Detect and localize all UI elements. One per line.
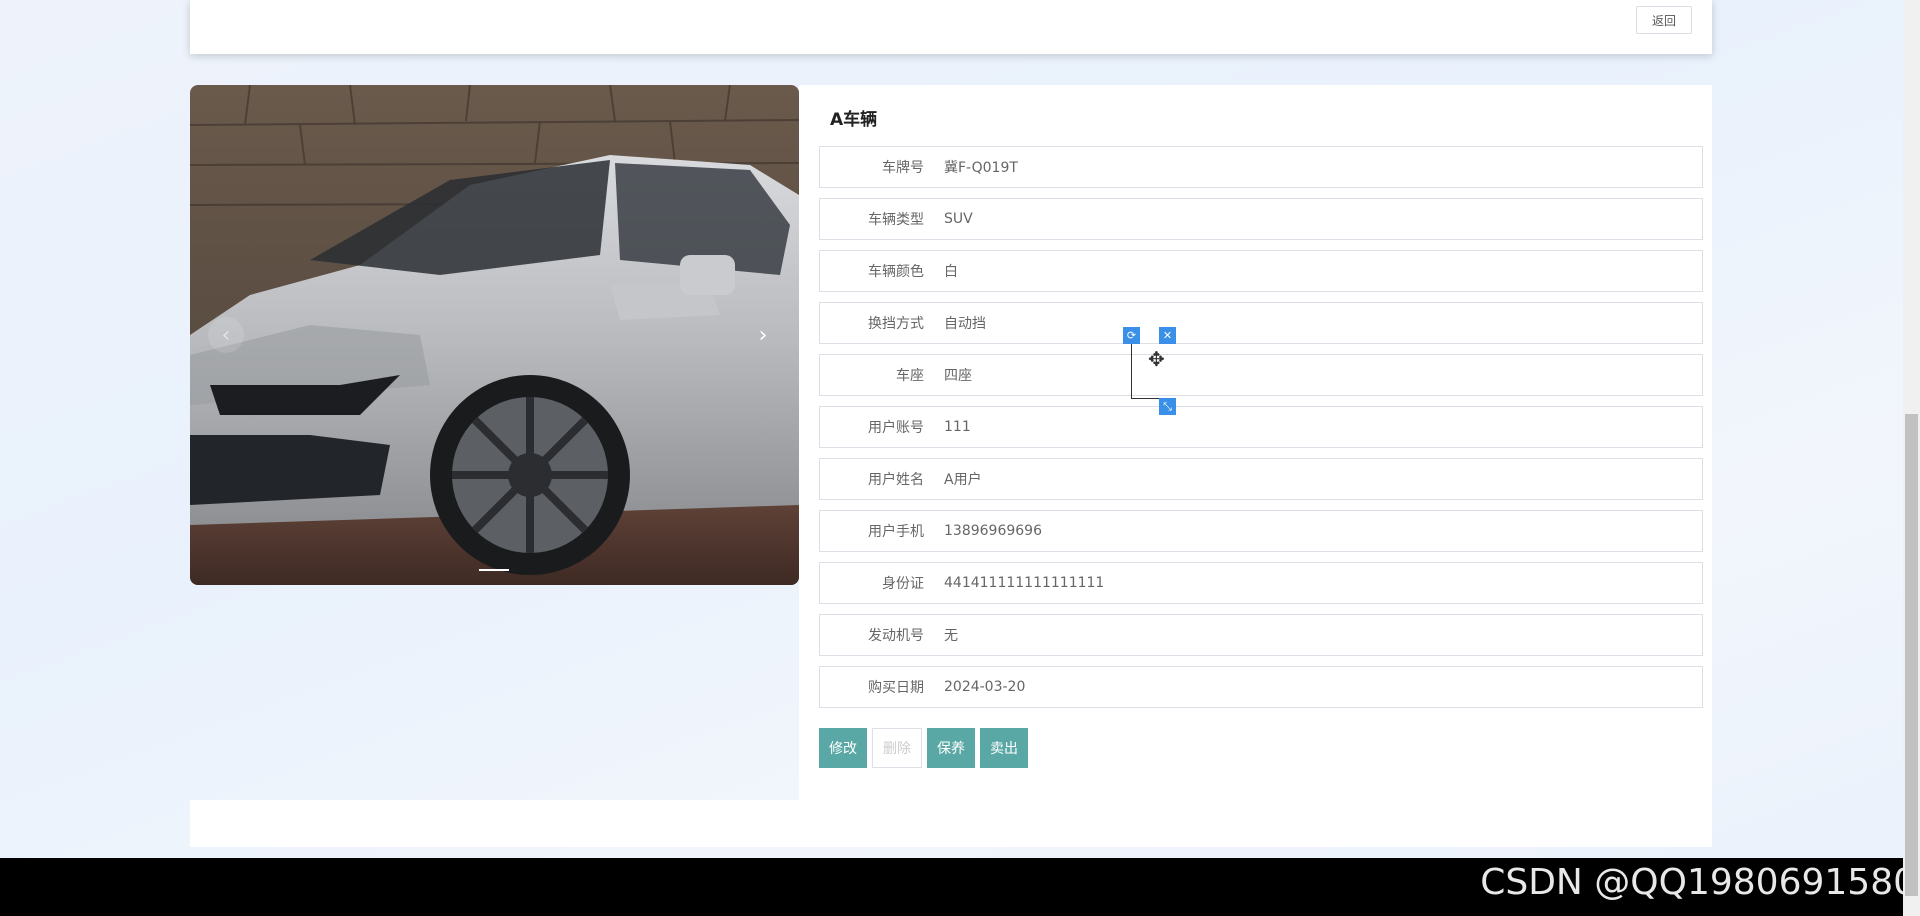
field-row-color: 车辆颜色 白 [819, 250, 1703, 292]
field-row-username: 用户姓名 A用户 [819, 458, 1703, 500]
vehicle-title: A车辆 [830, 110, 878, 130]
resize-icon[interactable]: ⤡ [1159, 398, 1176, 415]
field-label: 发动机号 [868, 628, 924, 644]
carousel-indicator[interactable] [479, 569, 509, 571]
field-label: 车辆类型 [868, 212, 924, 228]
field-row-plate: 车牌号 冀F-Q019T [819, 146, 1703, 188]
field-label: 车座 [896, 368, 924, 384]
scrollbar[interactable] [1903, 0, 1920, 916]
field-value: 111 [944, 419, 971, 435]
back-button[interactable]: 返回 [1636, 6, 1692, 34]
field-value: 13896969696 [944, 523, 1042, 539]
floating-edit-widget[interactable]: ⟳ ✕ ⤡ ✥ [1123, 327, 1176, 415]
field-value: SUV [944, 211, 973, 227]
watermark: CSDN @QQ1980691580 [1480, 862, 1916, 903]
edit-button[interactable]: 修改 [819, 728, 867, 768]
field-label: 车牌号 [882, 160, 924, 176]
refresh-icon[interactable]: ⟳ [1123, 327, 1140, 344]
close-icon[interactable]: ✕ [1159, 327, 1176, 344]
field-value: 无 [944, 628, 958, 644]
move-icon[interactable]: ✥ [1148, 347, 1165, 371]
detail-panel: ‹ › A车辆 车牌号 冀F-Q019T 车辆类型 SUV 车辆颜色 白 换挡方… [190, 85, 1712, 847]
field-label: 购买日期 [868, 680, 924, 696]
field-row-transmission: 换挡方式 自动挡 [819, 302, 1703, 344]
field-value: 441411111111111111 [944, 575, 1105, 591]
field-value: 白 [944, 264, 958, 280]
field-value: 四座 [944, 368, 972, 384]
field-row-account: 用户账号 111 [819, 406, 1703, 448]
carousel-prev-button[interactable]: ‹ [208, 317, 244, 353]
field-label: 用户姓名 [868, 472, 924, 488]
car-photo [190, 85, 799, 585]
field-row-type: 车辆类型 SUV [819, 198, 1703, 240]
car-image-carousel[interactable]: ‹ › [190, 85, 799, 585]
scrollbar-thumb[interactable] [1905, 414, 1918, 896]
maintain-button[interactable]: 保养 [927, 728, 975, 768]
field-row-purchase-date: 购买日期 2024-03-20 [819, 666, 1703, 708]
field-label: 用户手机 [868, 524, 924, 540]
field-value: 2024-03-20 [944, 679, 1026, 695]
field-label: 用户账号 [868, 420, 924, 436]
top-toolbar: 返回 [190, 0, 1712, 54]
field-label: 身份证 [882, 576, 924, 592]
field-row-seats: 车座 四座 [819, 354, 1703, 396]
carousel-next-button[interactable]: › [745, 317, 781, 353]
field-value: A用户 [944, 472, 982, 488]
field-row-phone: 用户手机 13896969696 [819, 510, 1703, 552]
chevron-left-icon: ‹ [221, 322, 231, 348]
delete-button[interactable]: 删除 [872, 728, 922, 768]
field-row-engine: 发动机号 无 [819, 614, 1703, 656]
field-value: 自动挡 [944, 316, 986, 332]
sell-button[interactable]: 卖出 [980, 728, 1028, 768]
field-value: 冀F-Q019T [944, 160, 1018, 176]
field-row-id-card: 身份证 441411111111111111 [819, 562, 1703, 604]
chevron-right-icon: › [758, 322, 768, 348]
field-label: 车辆颜色 [868, 264, 924, 280]
field-label: 换挡方式 [868, 316, 924, 332]
